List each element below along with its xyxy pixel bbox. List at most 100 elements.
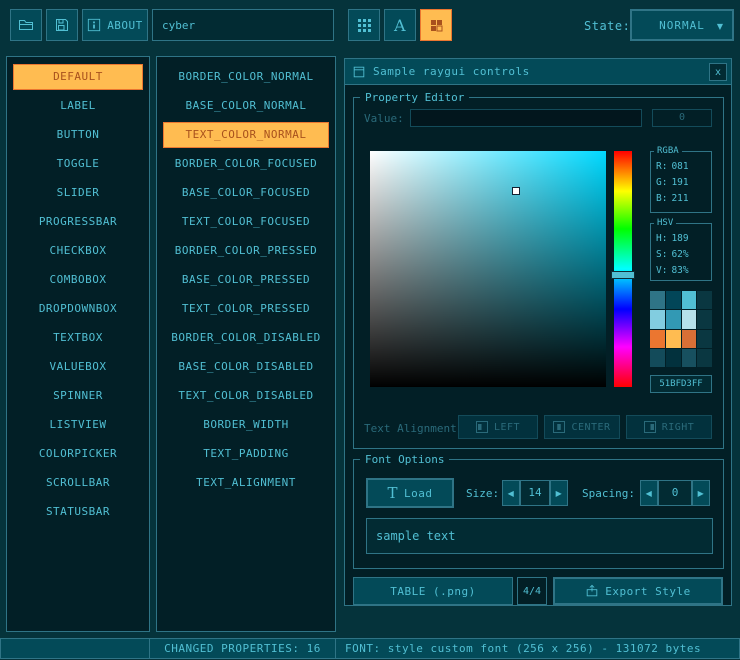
list-item-toggle[interactable]: TOGGLE [13, 151, 143, 177]
font-button[interactable]: A [384, 9, 416, 41]
export-style-button[interactable]: Export Style [553, 577, 723, 605]
list-item-valuebox[interactable]: VALUEBOX [13, 354, 143, 380]
color-swatch[interactable] [666, 349, 681, 367]
rgba-group: RGBA R:081 G:191 B:211 [650, 151, 712, 213]
table-png-label: TABLE (.png) [390, 585, 475, 598]
color-gradient-panel[interactable] [370, 151, 606, 387]
spacing-value[interactable]: 0 [658, 480, 692, 506]
property-editor-group: Property Editor Value: 0 RGBA R:081 G:19… [353, 97, 724, 449]
value-slider[interactable] [410, 109, 642, 127]
load-style-button[interactable] [10, 9, 42, 41]
list-item-base_color_pressed[interactable]: BASE_COLOR_PRESSED [163, 267, 329, 293]
color-swatch[interactable] [682, 330, 697, 348]
list-item-base_color_focused[interactable]: BASE_COLOR_FOCUSED [163, 180, 329, 206]
controls-list: DEFAULT LABEL BUTTON TOGGLE SLIDER PROGRESSBA… [6, 56, 150, 632]
hsv-label: HSV [654, 218, 676, 228]
list-item-base_color_disabled[interactable]: BASE_COLOR_DISABLED [163, 354, 329, 380]
color-swatch[interactable] [682, 310, 697, 328]
list-item-base_color_normal[interactable]: BASE_COLOR_NORMAL [163, 93, 329, 119]
list-item-border_color_focused[interactable]: BORDER_COLOR_FOCUSED [163, 151, 329, 177]
color-swatch[interactable] [650, 291, 665, 309]
color-swatch[interactable] [650, 330, 665, 348]
sample-text-input[interactable] [366, 518, 713, 554]
spacing-decrease-button[interactable]: ◀ [640, 480, 658, 506]
about-label: ABOUT [107, 19, 143, 32]
list-item-text_padding[interactable]: TEXT_PADDING [163, 441, 329, 467]
align-left-icon [476, 421, 488, 433]
b-label: B: [656, 191, 667, 207]
color-swatch[interactable] [697, 310, 712, 328]
h-value: 189 [671, 231, 688, 247]
list-item-spinner[interactable]: SPINNER [13, 383, 143, 409]
arrow-left-icon: ◀ [646, 489, 653, 498]
list-item-text_color_normal[interactable]: TEXT_COLOR_NORMAL [163, 122, 329, 148]
save-style-button[interactable] [46, 9, 78, 41]
list-item-border_color_disabled[interactable]: BORDER_COLOR_DISABLED [163, 325, 329, 351]
status-font-info: FONT: style custom font (256 x 256) - 13… [335, 638, 740, 659]
close-button[interactable]: x [709, 63, 727, 81]
align-right-button[interactable]: RIGHT [626, 415, 712, 439]
window-title: Sample raygui controls [373, 65, 530, 78]
color-swatch[interactable] [697, 291, 712, 309]
style-name-input[interactable] [152, 9, 334, 41]
size-value[interactable]: 14 [520, 480, 550, 506]
size-decrease-button[interactable]: ◀ [502, 480, 520, 506]
color-swatch[interactable] [650, 349, 665, 367]
size-increase-button[interactable]: ▶ [550, 480, 568, 506]
align-right-icon [644, 421, 656, 433]
palette-button[interactable] [420, 9, 452, 41]
hex-color-input[interactable] [650, 375, 712, 393]
list-item-label[interactable]: LABEL [13, 93, 143, 119]
hue-handle[interactable] [611, 271, 635, 279]
list-item-scrollbar[interactable]: SCROLLBAR [13, 470, 143, 496]
list-item-text_color_pressed[interactable]: TEXT_COLOR_PRESSED [163, 296, 329, 322]
font-options-group: Font Options T Load Size: ◀ 14 ▶ Spacing… [353, 459, 724, 569]
list-item-textbox[interactable]: TEXTBOX [13, 325, 143, 351]
list-item-progressbar[interactable]: PROGRESSBAR [13, 209, 143, 235]
window-titlebar[interactable]: Sample raygui controls [345, 59, 731, 85]
color-swatch[interactable] [682, 349, 697, 367]
color-marker[interactable] [512, 187, 520, 195]
color-swatch[interactable] [666, 310, 681, 328]
s-value: 62% [671, 247, 688, 263]
list-item-button[interactable]: BUTTON [13, 122, 143, 148]
color-swatch[interactable] [666, 291, 681, 309]
state-dropdown[interactable]: NORMAL ▼ [630, 9, 734, 41]
list-item-slider[interactable]: SLIDER [13, 180, 143, 206]
export-icon [585, 584, 599, 598]
g-label: G: [656, 175, 667, 191]
value-number-box: 0 [652, 109, 712, 127]
color-swatch[interactable] [666, 330, 681, 348]
color-swatch[interactable] [682, 291, 697, 309]
color-swatch[interactable] [650, 310, 665, 328]
list-item-statusbar[interactable]: STATUSBAR [13, 499, 143, 525]
palette-icon [429, 18, 444, 33]
list-item-border_width[interactable]: BORDER_WIDTH [163, 412, 329, 438]
list-item-text_alignment[interactable]: TEXT_ALIGNMENT [163, 470, 329, 496]
about-button[interactable]: ABOUT [82, 9, 148, 41]
g-value: 191 [671, 175, 688, 191]
color-swatch[interactable] [697, 330, 712, 348]
export-style-label: Export Style [605, 585, 690, 598]
list-item-dropdownbox[interactable]: DROPDOWNBOX [13, 296, 143, 322]
list-item-checkbox[interactable]: CHECKBOX [13, 238, 143, 264]
list-item-listview[interactable]: LISTVIEW [13, 412, 143, 438]
list-item-border_color_pressed[interactable]: BORDER_COLOR_PRESSED [163, 238, 329, 264]
color-swatch[interactable] [697, 349, 712, 367]
list-item-border_color_normal[interactable]: BORDER_COLOR_NORMAL [163, 64, 329, 90]
b-value: 211 [671, 191, 688, 207]
table-png-button[interactable]: TABLE (.png) [353, 577, 513, 605]
align-center-button[interactable]: CENTER [544, 415, 620, 439]
list-item-text_color_focused[interactable]: TEXT_COLOR_FOCUSED [163, 209, 329, 235]
font-load-button[interactable]: T Load [366, 478, 454, 508]
rgba-label: RGBA [654, 146, 682, 156]
list-item-text_color_disabled[interactable]: TEXT_COLOR_DISABLED [163, 383, 329, 409]
list-item-combobox[interactable]: COMBOBOX [13, 267, 143, 293]
style-table-button[interactable] [348, 9, 380, 41]
list-item-colorpicker[interactable]: COLORPICKER [13, 441, 143, 467]
align-left-button[interactable]: LEFT [458, 415, 538, 439]
spacing-increase-button[interactable]: ▶ [692, 480, 710, 506]
hue-bar[interactable] [614, 151, 632, 387]
list-item-default[interactable]: DEFAULT [13, 64, 143, 90]
font-load-label: Load [404, 487, 433, 500]
